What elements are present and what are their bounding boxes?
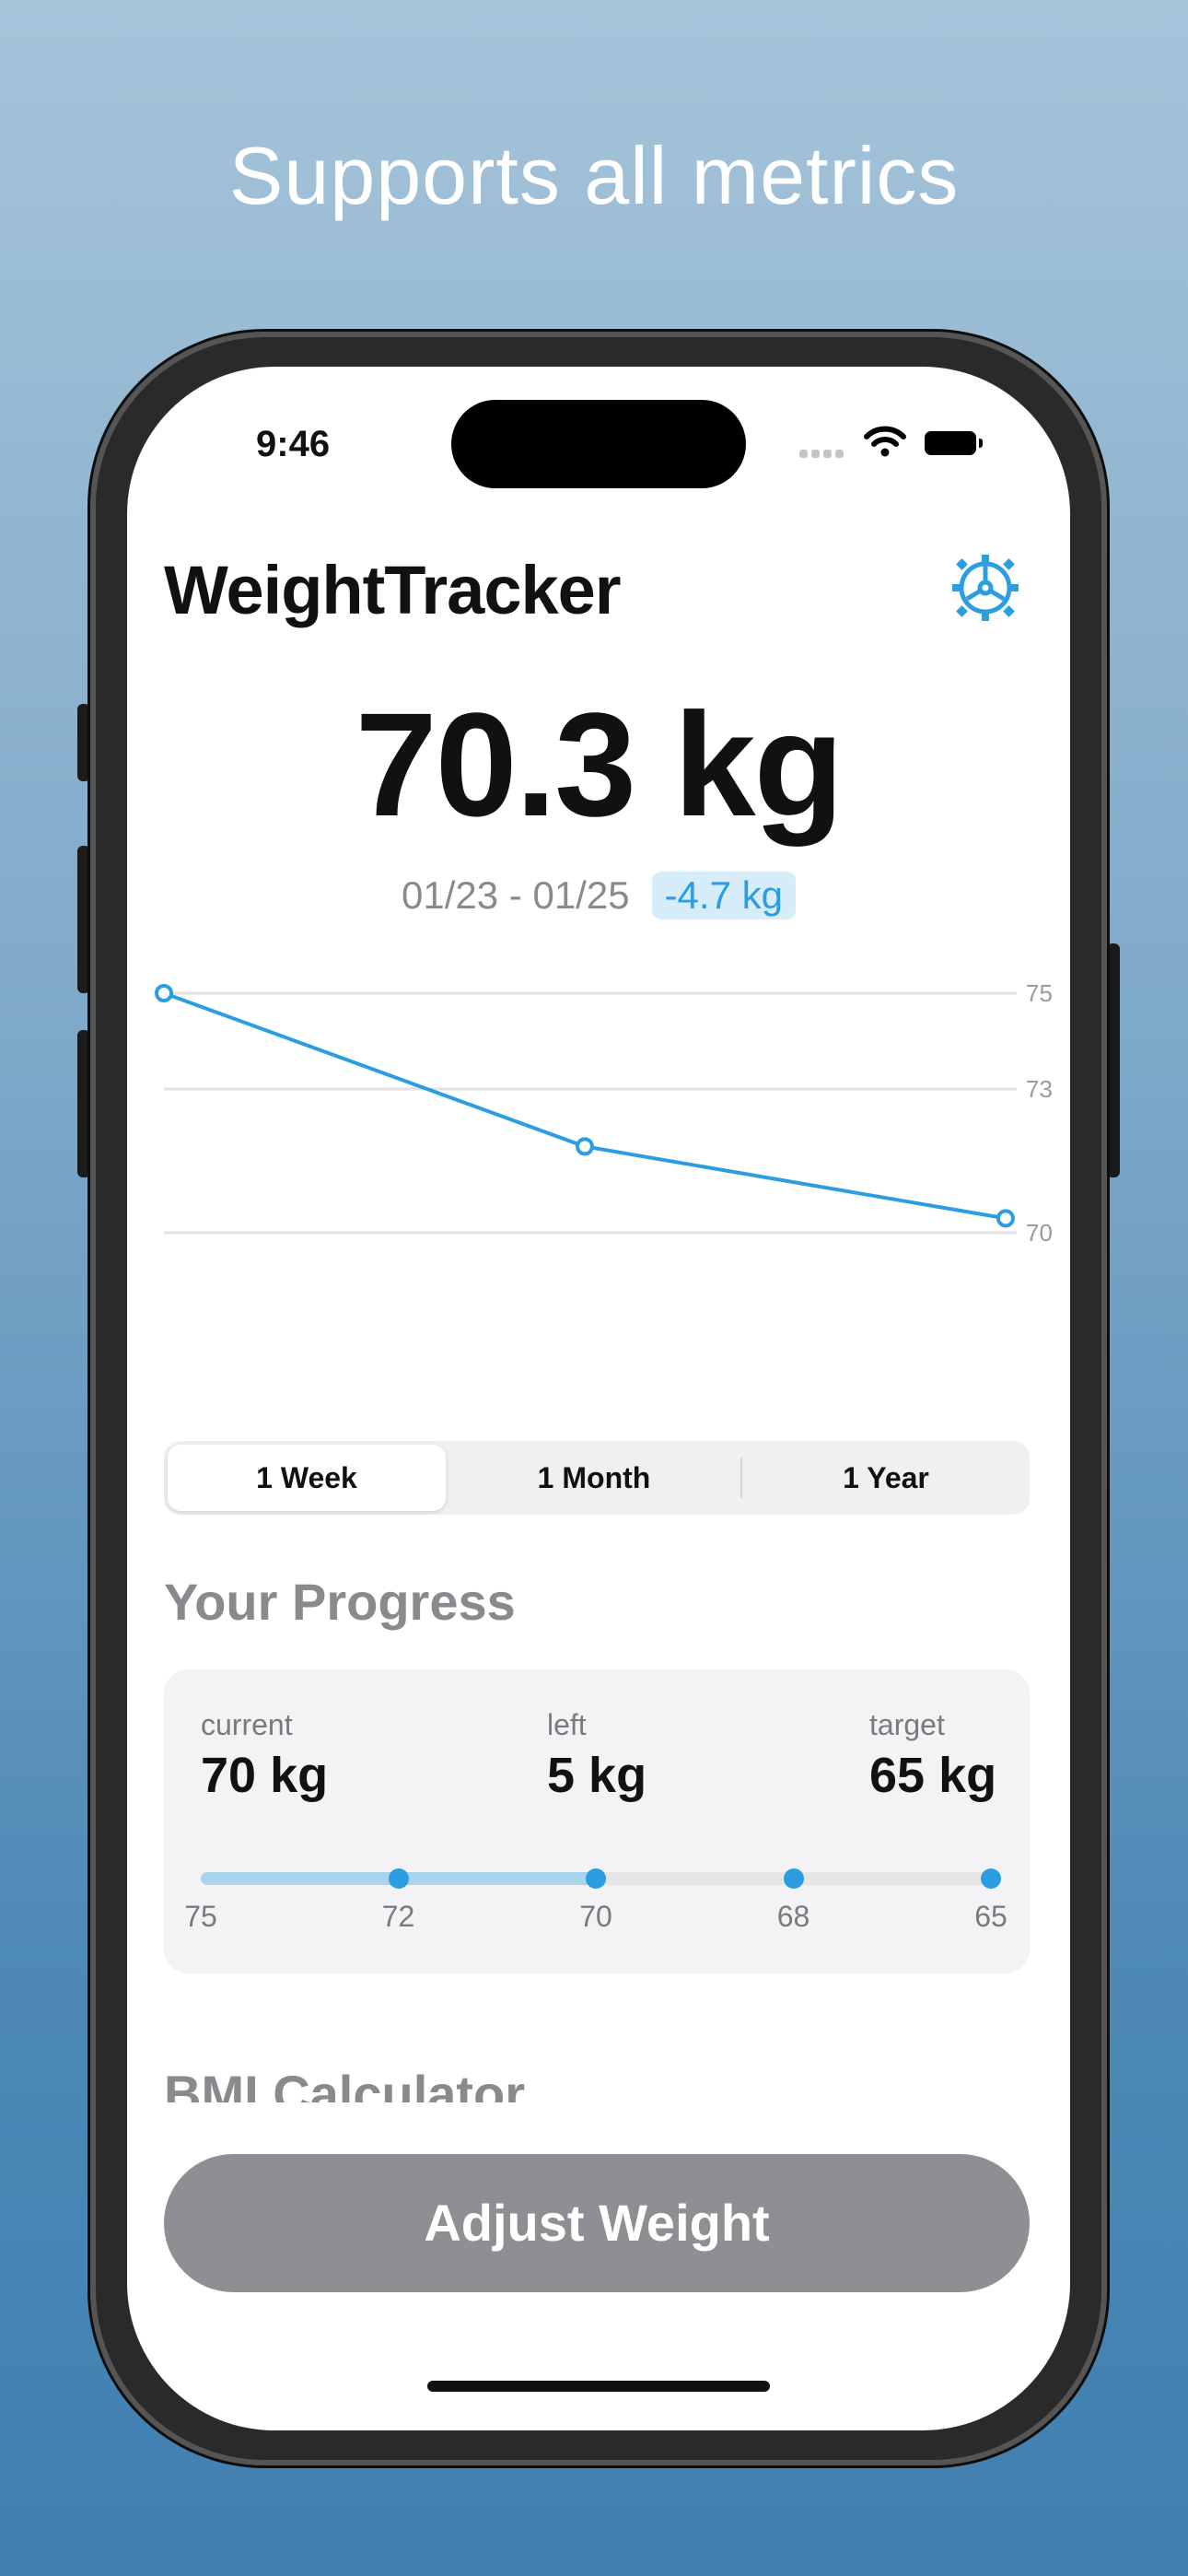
range-segmented-control: 1 Week 1 Month 1 Year [164, 1441, 1030, 1515]
bmi-section-title: BMI Calculator [164, 2065, 526, 2102]
home-indicator [427, 2381, 770, 2392]
data-point [155, 984, 173, 1002]
phone-side-button [77, 704, 90, 781]
target-label: target [869, 1708, 945, 1741]
phone-power-button [1107, 943, 1120, 1177]
phone-volume-up [77, 846, 90, 993]
scale-label: 72 [381, 1900, 415, 1933]
date-range: 01/23 - 01/25 [402, 873, 630, 917]
range-option-week[interactable]: 1 Week [168, 1445, 446, 1511]
left-value: 5 kg [547, 1748, 647, 1803]
date-range-row: 01/23 - 01/25 -4.7 kg [127, 872, 1070, 919]
data-point [996, 1209, 1015, 1228]
dynamic-island [451, 400, 746, 488]
scale-label: 65 [974, 1900, 1007, 1933]
left-label: left [547, 1708, 587, 1741]
phone-volume-down [77, 1030, 90, 1177]
current-label: current [201, 1708, 293, 1741]
progress-marker [981, 1868, 1001, 1889]
y-tick-label: 70 [1026, 1219, 1053, 1247]
wifi-icon [864, 426, 906, 457]
progress-track [201, 1868, 1001, 1889]
gear-icon[interactable] [949, 551, 1022, 625]
cellular-signal-icon [799, 444, 849, 458]
marketing-headline: Supports all metrics [228, 130, 960, 221]
progress-marker [586, 1868, 606, 1889]
battery-icon [925, 431, 983, 455]
status-time: 9:46 [256, 424, 331, 464]
range-option-month[interactable]: 1 Month [451, 1445, 737, 1511]
series-line [163, 991, 1007, 1221]
weight-line-chart: 75 73 70 [155, 979, 1053, 1247]
scale-label: 75 [184, 1900, 217, 1933]
current-weight: 70.3 kg [355, 682, 844, 847]
scale-label: 70 [579, 1900, 612, 1933]
scale-label: 68 [776, 1900, 810, 1933]
progress-marker [783, 1868, 804, 1889]
progress-marker [388, 1868, 409, 1889]
progress-card: current 70 kg left 5 kg target 65 kg 75 7… [164, 1669, 1030, 1973]
range-option-year[interactable]: 1 Year [746, 1445, 1026, 1511]
adjust-weight-button[interactable]: Adjust Weight [164, 2154, 1030, 2292]
y-tick-label: 75 [1026, 979, 1053, 1007]
progress-section-title: Your Progress [164, 1573, 516, 1631]
phone-screen: 9:46 WeightTracker 70.3 kg 01/23 - 01/25 [127, 367, 1070, 2430]
app-title: WeightTracker [164, 552, 622, 628]
segment-divider [740, 1458, 742, 1498]
weight-change-badge: -4.7 kg [651, 872, 796, 919]
target-value: 65 kg [869, 1748, 997, 1803]
current-value: 70 kg [201, 1748, 329, 1803]
y-tick-label: 73 [1026, 1075, 1053, 1103]
data-point [576, 1137, 594, 1156]
